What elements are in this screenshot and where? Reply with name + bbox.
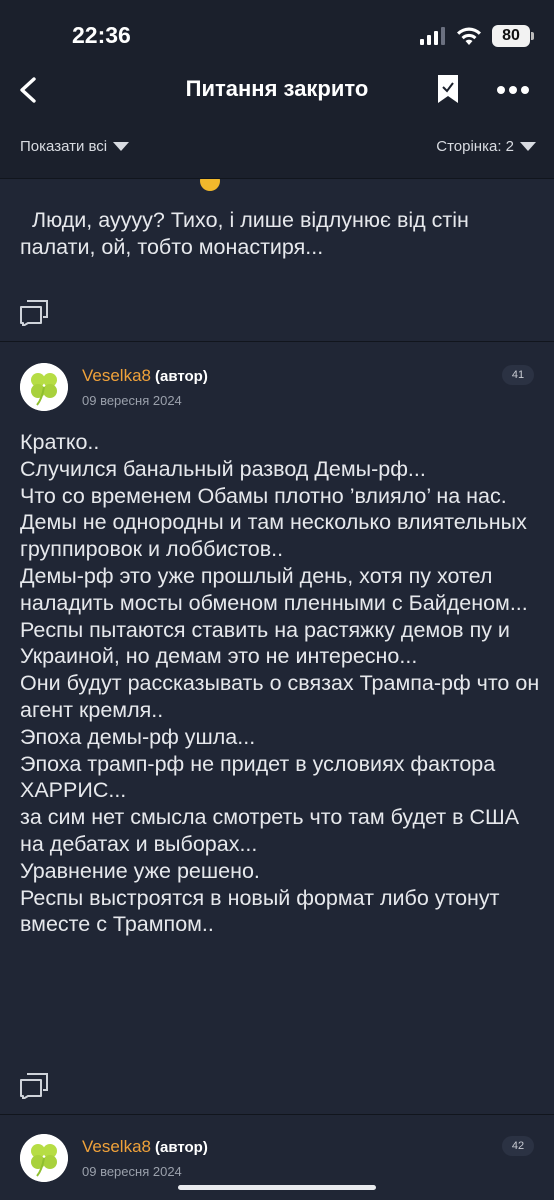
emoji-icon xyxy=(200,179,220,191)
show-all-filter[interactable]: Показати всі xyxy=(20,138,130,155)
clover-avatar-icon xyxy=(20,363,68,411)
page-selector[interactable]: Сторінка: 2 xyxy=(436,138,536,155)
status-time: 22:36 xyxy=(72,22,131,48)
divider xyxy=(0,1114,554,1115)
filter-bar: Показати всі Сторінка: 2 xyxy=(0,118,554,179)
bookmark-button[interactable] xyxy=(436,74,460,104)
signal-icon xyxy=(420,27,445,45)
more-button[interactable] xyxy=(496,76,530,104)
post-text: Люди, ауууу? Тихо, і лише відлунює від с… xyxy=(20,208,475,259)
more-horizontal-icon xyxy=(497,86,529,94)
post-header: Veselka8 (автор) 09 вересня 2024 42 xyxy=(20,1134,534,1190)
divider xyxy=(0,341,554,342)
page-title: Питання закрито xyxy=(185,76,369,101)
quote-icon xyxy=(20,300,48,327)
caret-down-icon xyxy=(520,142,536,151)
author-role: (автор) xyxy=(155,1139,208,1156)
home-indicator xyxy=(178,1185,376,1190)
cut-off-text xyxy=(20,179,540,193)
nav-bar: Питання закрито xyxy=(0,62,554,118)
author-role: (автор) xyxy=(155,368,208,385)
post-header: Veselka8 (автор) 09 вересня 2024 41 xyxy=(20,363,534,419)
wifi-icon xyxy=(457,27,481,45)
avatar[interactable] xyxy=(20,363,68,411)
status-icons: 80 xyxy=(420,22,534,50)
post-date: 09 вересня 2024 xyxy=(82,1164,182,1179)
show-all-label: Показати всі xyxy=(20,138,108,155)
clover-avatar-icon xyxy=(20,1134,68,1182)
author-name: Veselka8 xyxy=(82,1137,151,1156)
post-date: 09 вересня 2024 xyxy=(82,393,182,408)
quote-button[interactable] xyxy=(20,1073,48,1100)
status-bar: 22:36 80 xyxy=(0,0,554,62)
caret-down-icon xyxy=(113,142,130,151)
quote-button[interactable] xyxy=(20,300,48,327)
page-label: Сторінка: 2 xyxy=(436,138,514,155)
post-text: Кратко.. Случился банальный развод Демы-… xyxy=(20,430,540,937)
bookmark-check-icon xyxy=(438,75,458,103)
post-number[interactable]: 41 xyxy=(502,365,534,385)
quote-icon xyxy=(20,1073,48,1100)
battery-indicator: 80 xyxy=(492,25,534,47)
author[interactable]: Veselka8 (автор) xyxy=(82,366,208,386)
author-name: Veselka8 xyxy=(82,366,151,385)
post-number[interactable]: 42 xyxy=(502,1136,534,1156)
author[interactable]: Veselka8 (автор) xyxy=(82,1137,208,1157)
avatar[interactable] xyxy=(20,1134,68,1182)
